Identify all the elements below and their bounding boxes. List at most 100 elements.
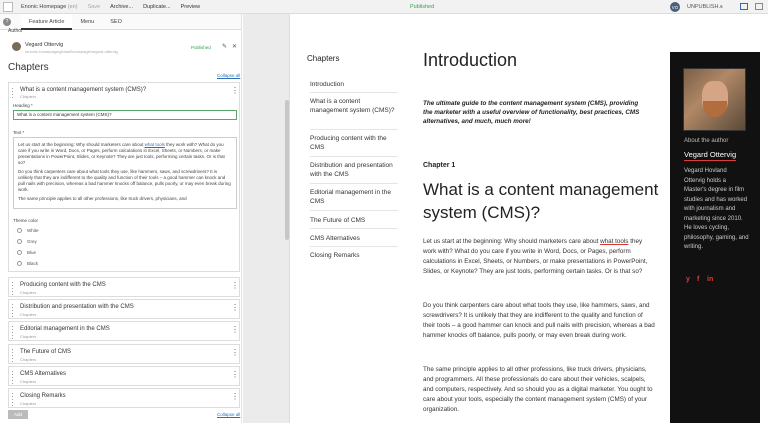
intro-heading: Introduction	[423, 50, 518, 70]
toc-item[interactable]: Introduction	[310, 80, 398, 89]
toc-item[interactable]: What is a content management system (CMS…	[310, 97, 398, 115]
save-button[interactable]: Save	[88, 4, 101, 10]
toc-item[interactable]: Distribution and presentation with the C…	[310, 161, 398, 179]
more-options-icon[interactable]: ⋮	[231, 393, 239, 401]
toc-item[interactable]: Producing content with the CMS	[310, 134, 398, 152]
author-status-badge: Published	[191, 45, 211, 50]
text-paragraph: Do you think carpenters care about what …	[18, 169, 231, 192]
drag-handle-icon[interactable]	[11, 325, 14, 339]
theme-radio-white[interactable]: White	[17, 228, 77, 234]
collapse-all-link[interactable]: Collapse all	[217, 73, 240, 78]
scrollbar-thumb[interactable]	[285, 100, 289, 240]
about-author-label: About the author	[684, 138, 729, 144]
article-paragraph: Let us start at the beginning: Why shoul…	[423, 238, 648, 275]
toc-title: Chapters	[307, 54, 340, 63]
chapter-title[interactable]: What is a content management system (CMS…	[20, 87, 146, 93]
more-options-icon[interactable]: ⋮	[231, 282, 239, 290]
drag-handle-icon[interactable]	[11, 87, 14, 99]
drag-handle-icon[interactable]	[11, 392, 14, 406]
app-logo-icon	[3, 1, 13, 12]
close-icon[interactable]: ✕	[232, 43, 237, 50]
tab-seo[interactable]: SEO	[102, 14, 130, 30]
toc-divider	[310, 246, 398, 247]
theme-radio-blue[interactable]: Blue	[17, 250, 77, 256]
add-button[interactable]: Add	[8, 410, 28, 419]
author-selector[interactable]: Vegard Ottervig /enonic-homepage/global/…	[8, 36, 240, 58]
chapters-title: Chapters	[8, 62, 49, 73]
facebook-icon[interactable]: f	[697, 276, 699, 283]
chapter-item[interactable]: CMS Alternatives Chapters ⋮	[8, 366, 240, 386]
author-label: Author	[8, 28, 23, 34]
toc-divider	[310, 183, 398, 184]
toggle-panel-icon[interactable]	[755, 3, 763, 10]
chevron-down-icon[interactable]: ▾	[720, 4, 723, 10]
author-bio: Vegard Hovland Ottervig holds a Master's…	[684, 168, 749, 250]
preview-panel-icon[interactable]	[740, 3, 748, 10]
tab-menu[interactable]: Menu	[72, 14, 102, 30]
toc-divider	[310, 129, 398, 130]
drag-handle-icon[interactable]	[11, 370, 14, 384]
drag-handle-icon[interactable]	[11, 303, 14, 317]
chapter-item[interactable]: Producing content with the CMS Chapters …	[8, 277, 240, 297]
preview-button[interactable]: Preview	[181, 4, 201, 10]
toc-divider	[310, 156, 398, 157]
chapter-item[interactable]: Editorial management in the CMS Chapters…	[8, 321, 240, 341]
chapter-title: Distribution and presentation with the C…	[20, 304, 134, 310]
toc-item[interactable]: CMS Alternatives	[310, 234, 398, 243]
author-name[interactable]: Vegard Ottervig	[25, 42, 63, 48]
user-avatar[interactable]: VO	[670, 2, 680, 12]
chapter-subtitle: Chapters	[20, 312, 37, 317]
more-options-icon[interactable]: ⋮	[231, 304, 239, 312]
chapter-title: Closing Remarks	[20, 393, 66, 399]
toc-item[interactable]: Closing Remarks	[310, 251, 398, 260]
chapter-item[interactable]: Distribution and presentation with the C…	[8, 299, 240, 319]
chapter-subtitle: Chapters	[20, 379, 37, 384]
more-options-icon[interactable]: ⋮	[231, 371, 239, 379]
chapter-title: Producing content with the CMS	[20, 282, 106, 288]
chapter-label: Chapter 1	[423, 162, 456, 169]
archive-button[interactable]: Archive...	[110, 4, 133, 10]
chapter-title: Editorial management in the CMS	[20, 326, 110, 332]
drag-handle-icon[interactable]	[11, 348, 14, 362]
chapter-item[interactable]: The Future of CMS Chapters ⋮	[8, 344, 240, 364]
more-options-icon[interactable]: ⋮	[231, 326, 239, 334]
chapter-subtitle: Chapters	[20, 290, 37, 295]
theme-radio-grey[interactable]: Grey	[17, 239, 77, 245]
chapter-title: CMS Alternatives	[20, 371, 67, 377]
collapse-all-link[interactable]: Collapse all	[217, 412, 240, 417]
text-paragraph: The same principle applies to all other …	[18, 196, 187, 201]
intro-lead: The ultimate guide to the content manage…	[423, 100, 640, 125]
form-tabs: ? Feature Article Menu SEO	[0, 13, 241, 30]
toc-divider	[310, 210, 398, 211]
chapter-subtitle: Chapters	[20, 357, 37, 362]
text-paragraph: Let us start at the beginning: Why shoul…	[18, 142, 225, 165]
toc-item[interactable]: Editorial management in the CMS	[310, 188, 398, 206]
toc-divider	[310, 228, 398, 229]
author-card-name[interactable]: Vegard Ottervig	[684, 150, 737, 161]
toc-item[interactable]: The Future of CMS	[310, 216, 398, 225]
heading-input[interactable]: What is a content management system (CMS…	[13, 110, 237, 120]
theme-radio-black[interactable]: Black	[17, 261, 77, 267]
tab-feature-article[interactable]: Feature Article	[21, 13, 73, 30]
author-path: /enonic-homepage/global/homepage/vegard-…	[25, 49, 118, 54]
linkedin-icon[interactable]: in	[707, 276, 713, 283]
panel-divider	[243, 14, 290, 423]
author-avatar	[12, 42, 21, 51]
chapter-subtitle: Chapters	[20, 334, 37, 339]
more-options-icon[interactable]: ⋮	[231, 349, 239, 357]
chapter-item-expanded: What is a content management system (CMS…	[8, 82, 240, 272]
chapter-title: The Future of CMS	[20, 349, 72, 355]
author-photo	[683, 68, 746, 131]
chapter-item[interactable]: Closing Remarks Chapters ⋮	[8, 388, 240, 408]
drag-handle-icon[interactable]	[11, 281, 14, 295]
duplicate-button[interactable]: Duplicate...	[143, 4, 171, 10]
help-icon[interactable]: ?	[3, 17, 11, 26]
heading-label: Heading *	[13, 103, 33, 108]
text-editor[interactable]: Let us start at the beginning: Why shoul…	[13, 137, 237, 209]
more-options-icon[interactable]: ⋮	[231, 87, 239, 95]
twitter-icon[interactable]: y	[686, 276, 690, 283]
publish-status: Published	[410, 3, 435, 10]
unpublish-button[interactable]: UNPUBLISH...	[687, 4, 723, 10]
edit-icon[interactable]: ✎	[222, 43, 227, 50]
app-title: Enonic Homepage (en)	[21, 3, 78, 10]
